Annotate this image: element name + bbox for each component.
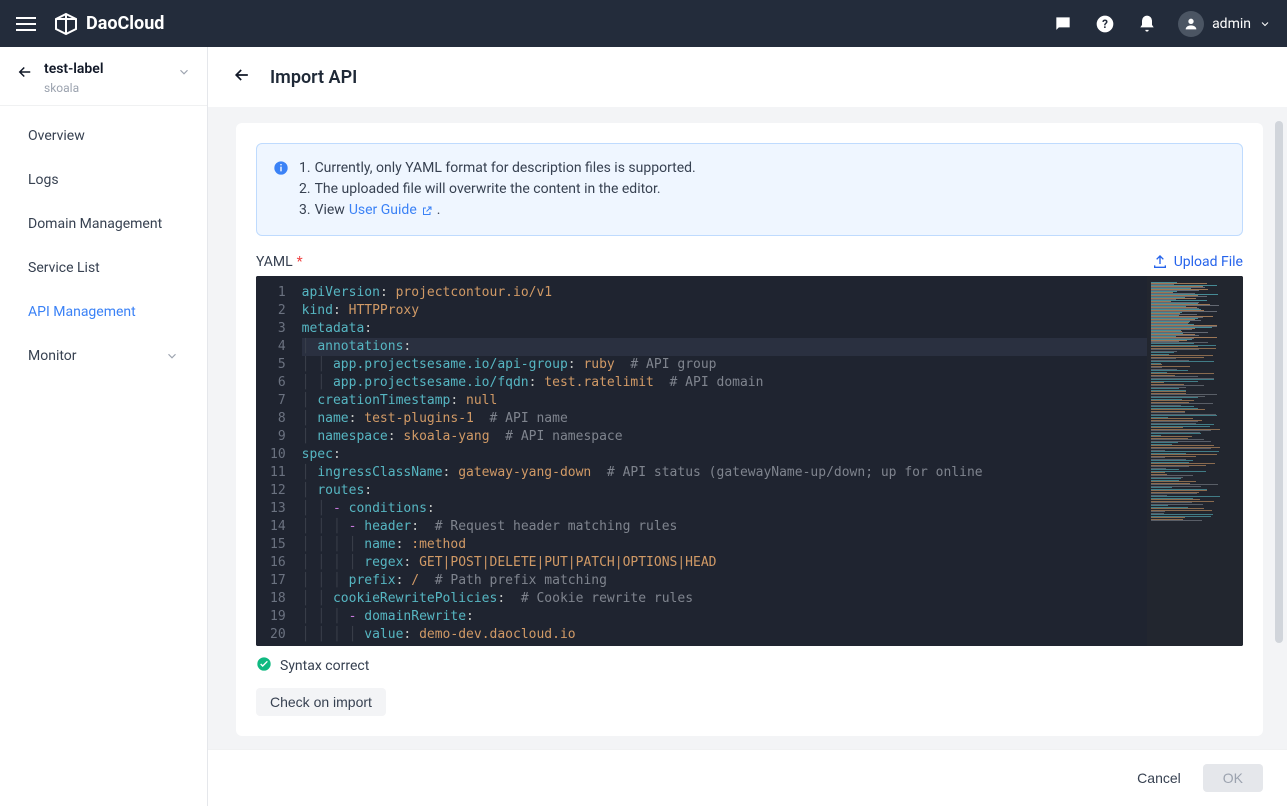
avatar bbox=[1178, 11, 1204, 37]
chevron-down-icon bbox=[1259, 18, 1271, 30]
sidebar-item-overview[interactable]: Overview bbox=[0, 114, 207, 158]
page-title: Import API bbox=[270, 67, 357, 88]
sidebar-item-api-management[interactable]: API Management bbox=[0, 290, 207, 334]
yaml-label: YAML bbox=[256, 254, 293, 270]
upload-file-button[interactable]: Upload File bbox=[1152, 254, 1243, 270]
external-link-icon bbox=[421, 205, 433, 217]
daocloud-logo-icon bbox=[54, 12, 78, 36]
sidebar-subtitle: skoala bbox=[44, 81, 167, 95]
svg-text:?: ? bbox=[1102, 17, 1108, 31]
upload-icon bbox=[1152, 254, 1168, 270]
info-alert: 1. Currently, only YAML format for descr… bbox=[256, 143, 1243, 236]
sidebar-back-button[interactable] bbox=[16, 63, 34, 85]
content-scrollbar[interactable] bbox=[1275, 121, 1283, 735]
menu-toggle-button[interactable] bbox=[16, 17, 36, 31]
brand-name: DaoCloud bbox=[86, 13, 164, 34]
editor-minimap[interactable] bbox=[1147, 276, 1243, 646]
sidebar-item-monitor[interactable]: Monitor bbox=[0, 334, 207, 378]
syntax-status: Syntax correct bbox=[280, 658, 369, 674]
page-back-button[interactable] bbox=[232, 65, 252, 89]
sidebar-title: test-label bbox=[44, 61, 167, 77]
user-name: admin bbox=[1212, 16, 1251, 32]
brand-logo: DaoCloud bbox=[54, 12, 164, 36]
notifications-icon[interactable] bbox=[1136, 13, 1158, 35]
help-icon[interactable]: ? bbox=[1094, 13, 1116, 35]
sidebar-item-service-list[interactable]: Service List bbox=[0, 246, 207, 290]
ok-button[interactable]: OK bbox=[1203, 764, 1263, 792]
chevron-down-icon bbox=[165, 349, 179, 363]
required-asterisk: * bbox=[297, 254, 303, 270]
sidebar-item-logs[interactable]: Logs bbox=[0, 158, 207, 202]
sidebar-item-domain-management[interactable]: Domain Management bbox=[0, 202, 207, 246]
check-on-import-button[interactable]: Check on import bbox=[256, 688, 386, 716]
yaml-editor[interactable]: 1234567891011121314151617181920 apiVersi… bbox=[256, 276, 1243, 646]
messages-icon[interactable] bbox=[1052, 13, 1074, 35]
sidebar-expand-button[interactable] bbox=[177, 65, 191, 83]
user-guide-link[interactable]: User Guide bbox=[349, 200, 433, 221]
info-icon bbox=[273, 160, 289, 221]
user-menu[interactable]: admin bbox=[1178, 11, 1271, 37]
cancel-button[interactable]: Cancel bbox=[1131, 764, 1187, 792]
success-icon bbox=[256, 656, 272, 676]
